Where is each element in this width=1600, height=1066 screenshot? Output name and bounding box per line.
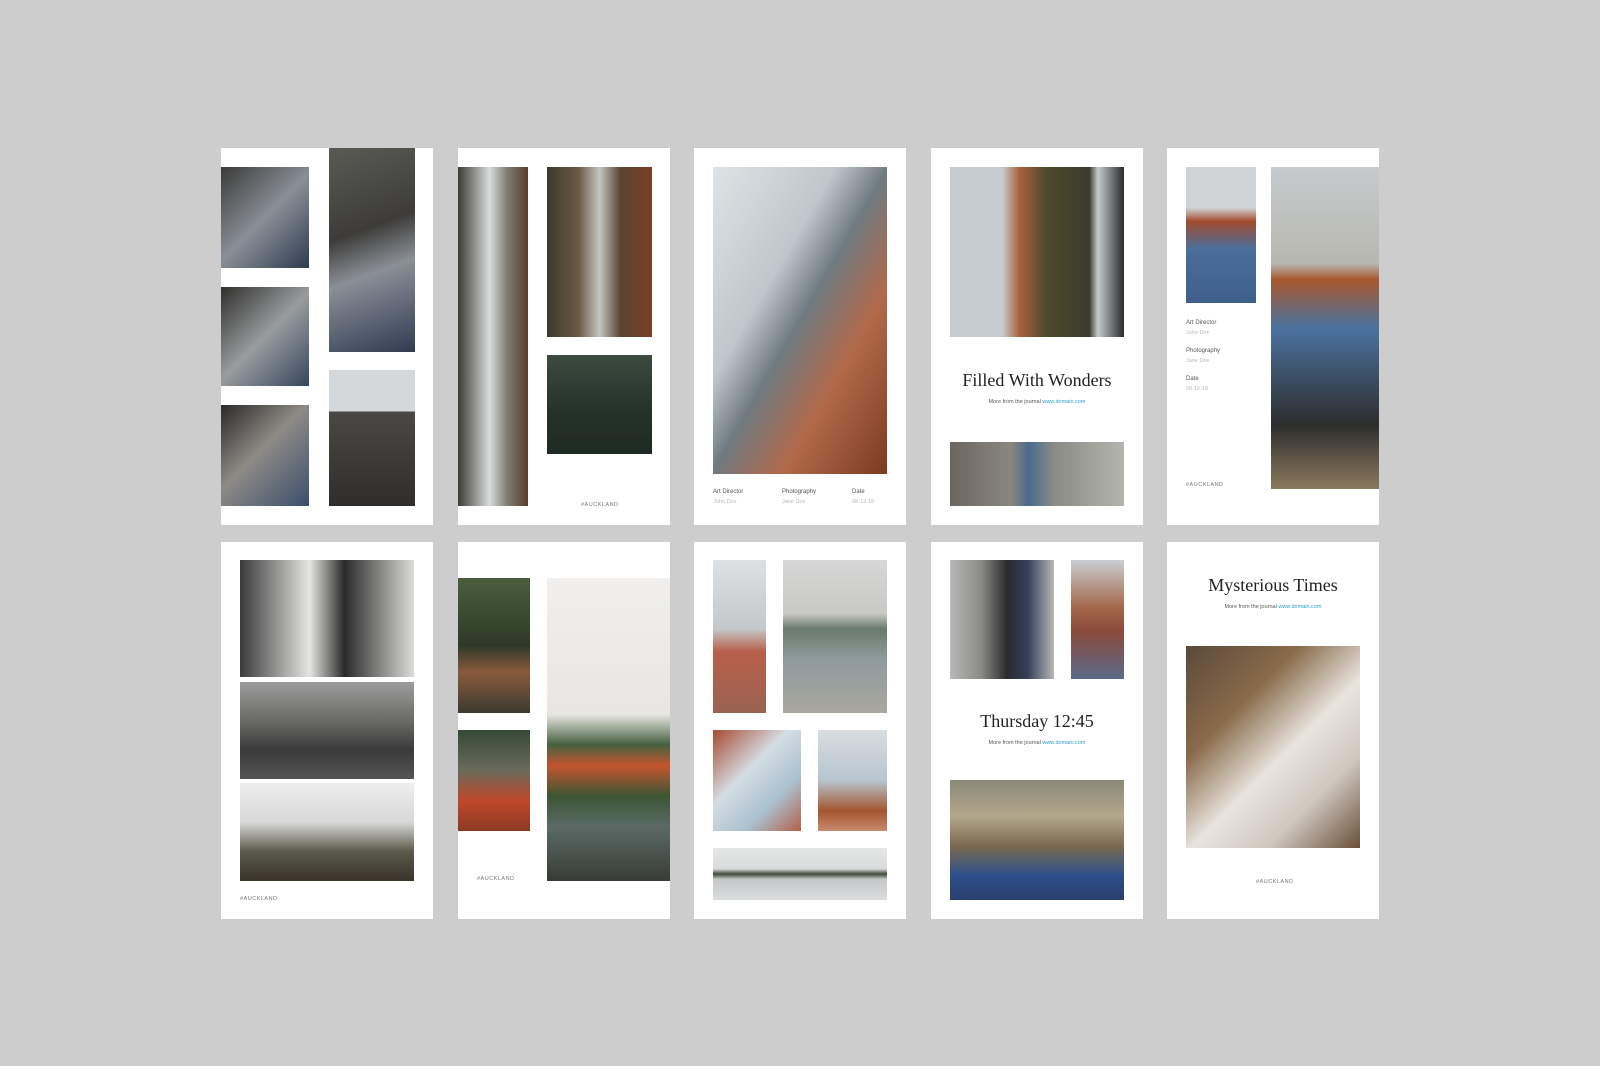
photo-hiker-red-jacket bbox=[458, 730, 530, 831]
story-card-1[interactable] bbox=[221, 148, 433, 525]
story-card-10[interactable]: Mysterious Times More from the journal w… bbox=[1167, 542, 1379, 919]
journal-link[interactable]: www.domain.com bbox=[1042, 399, 1085, 405]
photo-man-glasses bbox=[950, 780, 1124, 900]
photo-woman-sitting-2 bbox=[221, 287, 309, 386]
hashtag-label: #AUCKLAND bbox=[477, 876, 515, 882]
hashtag-label: #AUCKLAND bbox=[240, 896, 278, 902]
photography-value: Jane Doe bbox=[782, 499, 806, 505]
photo-man-road bbox=[950, 560, 1054, 679]
photo-suspension-bridge bbox=[458, 578, 530, 713]
photo-foggy-lake bbox=[713, 848, 887, 900]
art-director-value: John Doe bbox=[713, 499, 737, 505]
journal-prefix: More from the journal bbox=[988, 399, 1041, 405]
hashtag-label: #AUCKLAND bbox=[581, 502, 619, 508]
photo-sea-rocks bbox=[818, 730, 887, 831]
photo-forest-bridge bbox=[547, 355, 652, 454]
photo-redhead-woman bbox=[950, 167, 1124, 337]
story-card-6[interactable]: #AUCKLAND bbox=[221, 542, 433, 919]
story-title: Thursday 12:45 bbox=[980, 711, 1094, 731]
story-card-2[interactable]: #AUCKLAND bbox=[458, 148, 670, 525]
hashtag-label: #AUCKLAND bbox=[1186, 482, 1224, 488]
photo-woman-rocks bbox=[329, 148, 415, 352]
story-title: Filled With Wonders bbox=[962, 370, 1112, 390]
date-label: Date bbox=[852, 489, 865, 495]
story-title: Mysterious Times bbox=[1208, 575, 1338, 595]
photography-label: Photography bbox=[1186, 348, 1221, 354]
journal-link[interactable]: www.domain.com bbox=[1278, 604, 1321, 610]
journal-line: More from the journal www.domain.com bbox=[931, 399, 1143, 405]
photo-waterfall bbox=[458, 167, 528, 506]
photo-jeans-legs bbox=[950, 442, 1124, 506]
journal-link[interactable]: www.domain.com bbox=[1042, 740, 1085, 746]
story-card-3[interactable]: Art Director John Doe Photography Jane D… bbox=[694, 148, 906, 525]
photo-woman-studio bbox=[240, 560, 414, 677]
journal-prefix: More from the journal bbox=[1224, 604, 1277, 610]
photo-mountain bbox=[240, 783, 414, 881]
date-value: 08-12-18 bbox=[1186, 386, 1209, 392]
story-card-9[interactable]: Thursday 12:45 More from the journal www… bbox=[931, 542, 1143, 919]
photo-lake-cabin bbox=[547, 578, 670, 881]
journal-line: More from the journal www.domain.com bbox=[931, 740, 1143, 746]
art-director-label: Art Director bbox=[1186, 320, 1217, 326]
photo-woman-flowers bbox=[1071, 560, 1124, 679]
photo-woman-boat bbox=[713, 167, 887, 474]
story-card-5[interactable]: Art Director John Doe Photography Jane D… bbox=[1167, 148, 1379, 525]
date-label: Date bbox=[1186, 376, 1199, 382]
photo-woman-windblown bbox=[1186, 646, 1360, 848]
photo-woman-lake bbox=[783, 560, 887, 713]
photo-woman-sitting-3 bbox=[221, 405, 309, 506]
photography-label: Photography bbox=[782, 489, 817, 495]
photo-truck-road bbox=[240, 682, 414, 779]
art-director-label: Art Director bbox=[713, 489, 744, 495]
photography-value: Jane Doe bbox=[1186, 358, 1210, 364]
journal-line: More from the journal www.domain.com bbox=[1167, 604, 1379, 610]
date-value: 08-12-18 bbox=[852, 499, 875, 505]
story-card-4[interactable]: Filled With Wonders More from the journa… bbox=[931, 148, 1143, 525]
hashtag-label: #AUCKLAND bbox=[1256, 879, 1294, 885]
photo-woman-sitting-1 bbox=[221, 167, 309, 268]
photo-river-gorge bbox=[547, 167, 652, 337]
story-card-7[interactable]: #AUCKLAND bbox=[458, 542, 670, 919]
photo-woman-landscape bbox=[329, 370, 415, 506]
story-card-8[interactable] bbox=[694, 542, 906, 919]
journal-prefix: More from the journal bbox=[988, 740, 1041, 746]
photo-redhead-tall bbox=[1271, 167, 1379, 489]
photo-coast-rocks bbox=[713, 560, 766, 713]
photo-red-cliff bbox=[713, 730, 801, 831]
photo-redhead-small bbox=[1186, 167, 1256, 303]
art-director-value: John Doe bbox=[1186, 330, 1210, 336]
